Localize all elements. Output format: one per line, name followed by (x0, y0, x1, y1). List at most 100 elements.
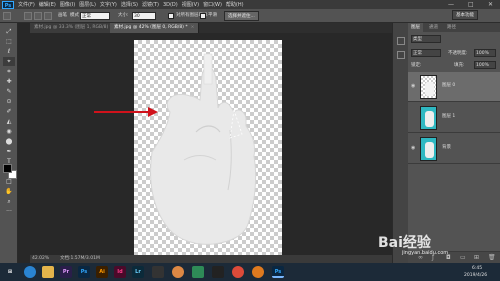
menu-help[interactable]: 帮助(H) (226, 1, 244, 8)
document-canvas[interactable] (134, 40, 282, 260)
layer-name[interactable]: 图层 1 (442, 113, 455, 121)
folder-icon[interactable]: ▭ (460, 254, 466, 261)
layers-panel: 图层 通道 路径 类型 正常 不透明度: 100% 锁定: 填充: 100% ◉… (408, 23, 500, 263)
menu-bar: Ps 文件(F) 编辑(E) 图像(I) 图层(L) 文字(Y) 选择(S) 滤… (0, 0, 500, 9)
tab-channels[interactable]: 通道 (426, 23, 441, 32)
foreground-color-swatch[interactable] (3, 164, 12, 173)
menu-edit[interactable]: 编辑(E) (39, 1, 56, 8)
layer-thumbnail (420, 75, 437, 99)
maximize-icon[interactable]: □ (468, 0, 474, 9)
size-input[interactable]: 30 (132, 12, 156, 20)
document-tabs: 素材.jpg @ 33.3% (图层 1, RGB/8) * × 素材.jpg @… (30, 23, 392, 33)
windows-taskbar: ⊞ Pr Ps Ai Id Lr Ps 6:45 2019/4/26 (0, 263, 500, 281)
current-tool-icon[interactable] (3, 12, 11, 20)
qq-icon[interactable] (212, 266, 224, 278)
clock-date[interactable]: 2019/4/26 (464, 273, 487, 279)
orange-app-icon[interactable] (252, 266, 264, 278)
tab-layers[interactable]: 图层 (408, 23, 423, 32)
visibility-eye-icon[interactable]: ◉ (411, 145, 417, 151)
lock-label: 锁定: (411, 63, 422, 68)
pen-tool-icon[interactable]: ✒ (3, 147, 15, 156)
status-bar: 42.02% 文档:1.57M/3.01M (30, 255, 392, 263)
watermark-url: jingyan.baidu.com (402, 250, 449, 256)
gradient-tool-icon[interactable]: ⬤ (3, 137, 15, 146)
smooth-checkbox[interactable] (200, 13, 206, 19)
layer-row[interactable]: 图层 1 (408, 103, 500, 133)
quick-select-tool-icon[interactable]: ⌖ (3, 57, 15, 66)
tab-close-icon[interactable]: × (191, 25, 195, 30)
clock-time[interactable]: 6:45 (472, 266, 482, 272)
add-selection-icon[interactable] (34, 12, 42, 20)
hand-silhouette-image (150, 53, 257, 245)
close-icon[interactable]: ✕ (488, 0, 493, 9)
menu-image[interactable]: 图像(I) (60, 1, 75, 8)
fill-label: 填充: (454, 63, 465, 68)
start-icon[interactable]: ⊞ (4, 266, 16, 278)
menu-view[interactable]: 视图(V) (182, 1, 199, 8)
eyedropper-tool-icon[interactable]: ✚ (3, 77, 15, 86)
opacity-label: 不透明度: (448, 51, 468, 56)
layer-thumbnail (420, 106, 437, 130)
eraser-tool-icon[interactable]: ◉ (3, 127, 15, 136)
menu-layer[interactable]: 图层(L) (79, 1, 96, 8)
photoshop-active-icon[interactable]: Ps (272, 266, 284, 278)
size-label: 大小: (118, 13, 129, 18)
lasso-tool-icon[interactable]: ℓ (3, 47, 15, 56)
minimize-icon[interactable]: — (448, 0, 454, 9)
fill-input[interactable]: 100% (474, 61, 496, 69)
history-panel-icon[interactable] (397, 37, 405, 45)
photoshop-icon[interactable]: Ps (78, 266, 90, 278)
menu-type[interactable]: 文字(Y) (100, 1, 117, 8)
visibility-eye-icon[interactable]: ◉ (411, 83, 417, 89)
chrome-icon[interactable] (232, 266, 244, 278)
more-tools-icon[interactable]: ··· (3, 207, 15, 216)
clone-stamp-tool-icon[interactable]: ✐ (3, 107, 15, 116)
opacity-input[interactable]: 100% (474, 49, 496, 57)
mode-select[interactable]: 正常 (80, 12, 110, 20)
zoom-level[interactable]: 42.02% (32, 255, 49, 263)
move-tool-icon[interactable]: ⤢ (3, 27, 15, 36)
layer-row[interactable]: ◉ 图层 0 (408, 72, 500, 102)
illustrator-icon[interactable]: Ai (96, 266, 108, 278)
select-and-mask-button[interactable]: 选择并遮住... (224, 11, 259, 21)
layer-row[interactable]: ◉ 背景 (408, 134, 500, 164)
tab-paths[interactable]: 路径 (444, 23, 459, 32)
menu-3d[interactable]: 3D(D) (163, 2, 178, 8)
workspace-switcher[interactable]: 基本功能 (452, 10, 478, 20)
tab-label: 素材.jpg @ 42% (图层 0, RGB/8) * (114, 25, 188, 30)
blend-mode-select[interactable]: 正常 (411, 49, 441, 57)
media-app-icon[interactable] (152, 266, 164, 278)
tools-panel: ⤢ ⬚ ℓ ⌖ ⌗ ✚ ✎ ⊙ ✐ ◭ ◉ ⬤ ✒ T ⬊ □ ✋ ⌕ ··· (0, 23, 18, 263)
marquee-tool-icon[interactable]: ⬚ (3, 37, 15, 46)
menu-window[interactable]: 窗口(W) (203, 1, 222, 8)
layer-name[interactable]: 图层 0 (442, 82, 455, 90)
subtract-selection-icon[interactable] (44, 12, 52, 20)
menu-file[interactable]: 文件(F) (18, 1, 35, 8)
layer-name[interactable]: 背景 (442, 144, 451, 152)
properties-panel-icon[interactable] (397, 51, 405, 59)
premiere-icon[interactable]: Pr (60, 266, 72, 278)
history-brush-tool-icon[interactable]: ◭ (3, 117, 15, 126)
zoom-tool-icon[interactable]: ⌕ (3, 197, 15, 206)
red-arrow-annotation (94, 107, 158, 117)
trash-icon[interactable]: 🗑 (488, 254, 496, 261)
game-app-icon[interactable] (172, 266, 184, 278)
healing-brush-tool-icon[interactable]: ✎ (3, 87, 15, 96)
document-info: 文档:1.57M/3.01M (60, 256, 100, 261)
lightroom-icon[interactable]: Lr (132, 266, 144, 278)
menu-filter[interactable]: 滤镜(T) (142, 1, 159, 8)
hand-tool-icon[interactable]: ✋ (3, 187, 15, 196)
crop-tool-icon[interactable]: ⌗ (3, 67, 15, 76)
tab-document-2[interactable]: 素材.jpg @ 42% (图层 0, RGB/8) * × (110, 23, 200, 33)
brush-label: 画笔 (58, 13, 67, 18)
green-app-icon[interactable] (192, 266, 204, 278)
layer-filter-select[interactable]: 类型 (411, 35, 441, 43)
menu-select[interactable]: 选择(S) (121, 1, 138, 8)
brush-tool-icon[interactable]: ⊙ (3, 97, 15, 106)
sample-all-layers-checkbox[interactable] (168, 13, 174, 19)
new-layer-icon[interactable]: ⊞ (474, 254, 479, 261)
new-selection-icon[interactable] (24, 12, 32, 20)
file-explorer-icon[interactable] (42, 266, 54, 278)
cortana-icon[interactable] (24, 266, 36, 278)
indesign-icon[interactable]: Id (114, 266, 126, 278)
